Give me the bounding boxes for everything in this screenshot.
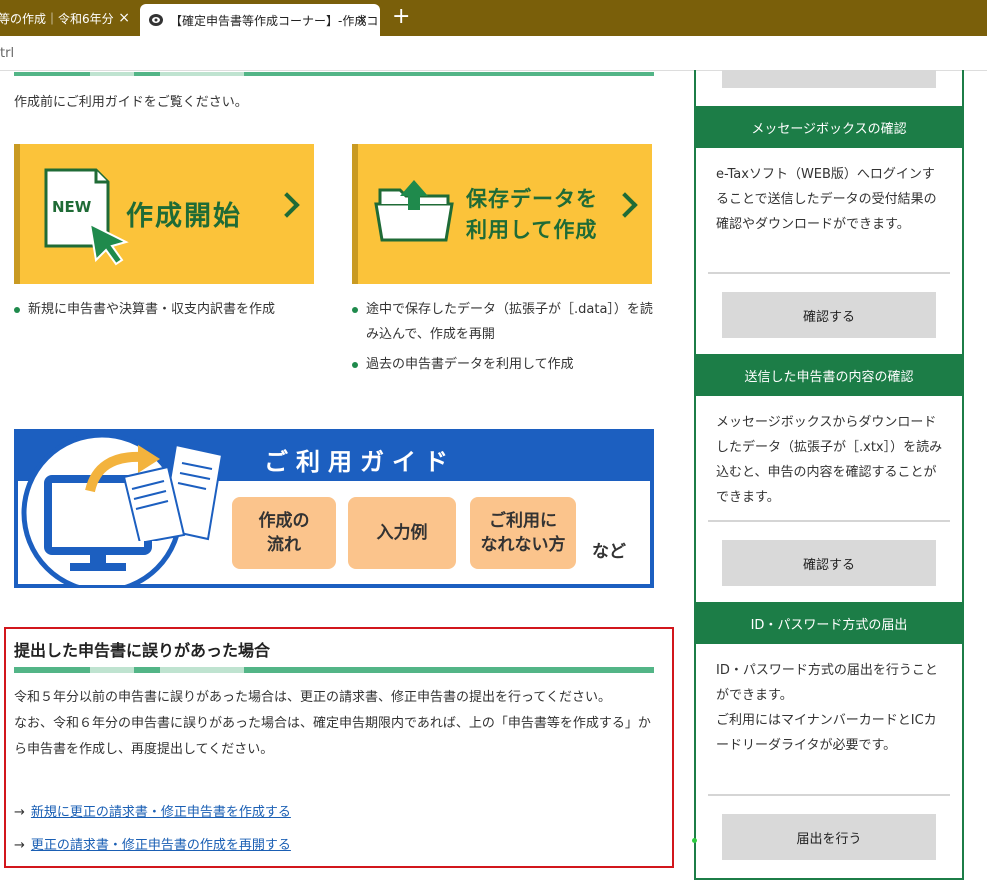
correction-title: 提出した申告書に誤りがあった場合: [14, 641, 271, 660]
button-line-1: 作成の: [258, 511, 310, 531]
address-text[interactable]: trl: [0, 46, 14, 61]
sidebar-divider: [708, 520, 950, 522]
button-line-1: ご利用に: [489, 511, 557, 531]
documents-icon: [122, 443, 224, 541]
sidebar-text-message-box: e-Taxソフト（WEB版）へログインすることで送信したデータの受付結果の確認や…: [716, 167, 937, 232]
intro-text: 作成前にご利用ガイドをご覧ください。: [14, 95, 248, 110]
id-password-text-1: ID・パスワード方式の届出を行うことができます。: [716, 663, 938, 703]
nta-favicon-icon: [149, 14, 163, 26]
address-bar[interactable]: trl: [0, 36, 987, 71]
resume-correction-link[interactable]: → 更正の請求書・修正申告書の作成を再開する: [14, 834, 291, 853]
sidebar-partial-button[interactable]: [722, 70, 936, 88]
correction-paragraph-1: 令和５年分以前の申告書に誤りがあった場合は、更正の請求書、修正申告書の提出を行っ…: [14, 690, 611, 705]
guide-beginners-button[interactable]: ご利用に なれない方: [470, 497, 576, 569]
browser-tab-2[interactable]: 【確定申告書等作成コーナー】-作成コ ×: [140, 4, 380, 36]
create-start-card[interactable]: NEW 作成開始: [14, 144, 314, 284]
create-start-bullets: 新規に申告書や決算書・収支内訳書を作成: [14, 297, 314, 327]
sidebar-text-sent-content: メッセージボックスからダウンロードしたデータ（拡張子が［.xtx］）を読み込むと…: [716, 415, 943, 505]
use-saved-data-card[interactable]: 保存データを 利用して作成: [352, 144, 652, 284]
submit-notification-button[interactable]: 届出を行う: [722, 814, 936, 860]
close-icon[interactable]: ×: [356, 12, 368, 28]
browser-tab-bar: 等の作成｜令和6年分 × 【確定申告書等作成コーナー】-作成コ × +: [0, 0, 987, 36]
sidebar-divider: [708, 794, 950, 796]
use-saved-data-title: 保存データを 利用して作成: [466, 184, 598, 246]
guide-input-example-button[interactable]: 入力例: [348, 497, 456, 569]
list-item: 過去の申告書データを利用して作成: [352, 352, 654, 377]
saved-data-bullets: 途中で保存したデータ（拡張子が［.data］）を読み込んで、作成を再開 過去の申…: [352, 297, 654, 382]
sidebar-text-id-password: ID・パスワード方式の届出を行うことができます。 ご利用にはマイナンバーカードと…: [716, 658, 946, 758]
sidebar-heading-sent-content: 送信した申告書の内容の確認: [696, 354, 962, 396]
guide-title: ご利用ガイド: [264, 448, 456, 476]
browser-tab-1[interactable]: 等の作成｜令和6年分 ×: [0, 0, 138, 36]
chevron-right-icon: [612, 192, 638, 218]
correction-body: 令和５年分以前の申告書に誤りがあった場合は、更正の請求書、修正申告書の提出を行っ…: [14, 685, 654, 763]
arrow-right-icon: →: [14, 805, 25, 820]
link-text[interactable]: 新規に更正の請求書・修正申告書を作成する: [31, 805, 291, 820]
usage-guide-banner[interactable]: ご利用ガイド 作成の 流れ 入力例 ご利用に なれない方 など: [14, 429, 654, 588]
link-text[interactable]: 更正の請求書・修正申告書の作成を再開する: [31, 838, 291, 853]
button-line-2: 流れ: [267, 535, 301, 555]
id-password-text-2: ご利用にはマイナンバーカードとICカードリーダライタが必要です。: [716, 713, 937, 753]
title-line-2: 利用して作成: [466, 218, 598, 242]
arrow-right-icon: →: [14, 838, 25, 853]
sidebar-divider: [708, 272, 950, 274]
new-badge: NEW: [52, 198, 92, 216]
plus-icon[interactable]: +: [392, 5, 410, 29]
tab-title: 等の作成｜令和6年分: [0, 11, 114, 26]
check-sent-content-button[interactable]: 確認する: [722, 540, 936, 586]
chevron-right-icon: [274, 192, 300, 218]
guide-flow-button[interactable]: 作成の 流れ: [232, 497, 336, 569]
folder-upload-icon: [374, 180, 454, 242]
status-dot: [692, 838, 697, 843]
list-item: 新規に申告書や決算書・収支内訳書を作成: [14, 297, 314, 322]
guide-etc-text: など: [592, 542, 626, 562]
create-start-title: 作成開始: [126, 201, 242, 232]
button-line-2: なれない方: [480, 535, 566, 555]
correction-section: 提出した申告書に誤りがあった場合 令和５年分以前の申告書に誤りがあった場合は、更…: [4, 627, 674, 868]
list-item: 途中で保存したデータ（拡張子が［.data］）を読み込んで、作成を再開: [352, 297, 654, 347]
new-correction-link[interactable]: → 新規に更正の請求書・修正申告書を作成する: [14, 801, 291, 820]
sidebar-heading-id-password: ID・パスワード方式の届出: [696, 602, 962, 644]
section-divider: [14, 667, 654, 673]
sidebar: メッセージボックスの確認 e-Taxソフト（WEB版）へログインすることで送信し…: [694, 70, 964, 880]
button-label: 入力例: [376, 523, 428, 543]
check-message-box-button[interactable]: 確認する: [722, 292, 936, 338]
close-icon[interactable]: ×: [118, 10, 130, 26]
correction-paragraph-2: なお、令和６年分の申告書に誤りがあった場合は、確定申告期限内であれば、上の「申告…: [14, 716, 651, 757]
tab-title: 【確定申告書等作成コーナー】-作成コ: [170, 13, 379, 28]
section-divider: [14, 72, 654, 76]
title-line-1: 保存データを: [466, 187, 598, 211]
sidebar-heading-message-box: メッセージボックスの確認: [696, 106, 962, 148]
